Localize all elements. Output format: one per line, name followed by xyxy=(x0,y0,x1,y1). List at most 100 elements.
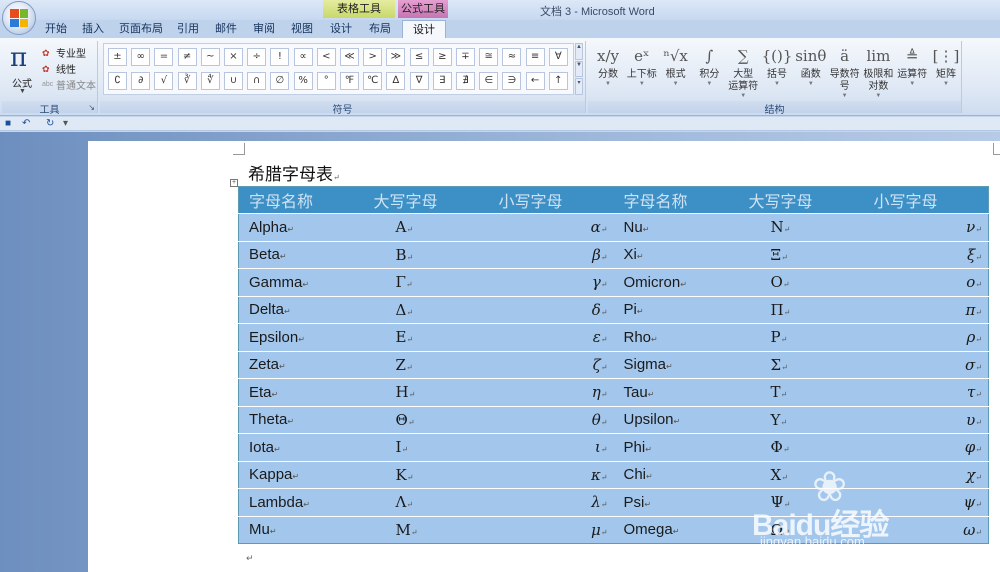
table-header-cell[interactable]: 大写字母 xyxy=(363,186,489,214)
tab-references[interactable]: 引用 xyxy=(170,20,206,38)
symbol-button[interactable]: √ xyxy=(154,72,174,90)
symbol-button[interactable]: ↑ xyxy=(548,72,568,90)
table-header-cell[interactable]: 字母名称 xyxy=(238,186,364,214)
professional-button[interactable]: ✿ 专业型 xyxy=(42,45,86,61)
table-cell[interactable]: Μ↵ xyxy=(363,515,489,544)
table-cell[interactable]: Zeta↵ xyxy=(238,350,364,379)
structure-button[interactable]: sinθ 函数 ▼ xyxy=(793,43,829,101)
table-header-cell[interactable]: 小写字母 xyxy=(863,186,989,214)
symbol-button[interactable]: ≥ xyxy=(432,48,452,66)
table-cell[interactable]: χ↵ xyxy=(863,460,989,489)
table-header-cell[interactable]: 大写字母 xyxy=(738,186,864,214)
table-cell[interactable]: Κ↵ xyxy=(363,460,489,489)
table-cell[interactable]: Τ↵ xyxy=(738,378,864,406)
symbol-button[interactable]: ∀ xyxy=(548,48,568,66)
table-cell[interactable]: ο↵ xyxy=(863,268,989,296)
scroll-down-icon[interactable]: ▼ xyxy=(575,60,583,78)
document-title[interactable]: 希腊字母表↵ xyxy=(248,160,340,185)
table-cell[interactable]: Omega↵ xyxy=(613,515,739,544)
table-cell[interactable]: Π↵ xyxy=(738,295,864,324)
structure-button[interactable]: ä 导数符号 ▼ xyxy=(827,43,863,101)
table-cell[interactable]: ξ↵ xyxy=(863,240,989,269)
table-cell[interactable]: τ↵ xyxy=(863,378,989,406)
tab-table-layout[interactable]: 布局 xyxy=(362,20,398,38)
save-icon[interactable]: ■ xyxy=(5,117,11,131)
table-cell[interactable]: Β↵ xyxy=(363,240,489,269)
symbol-button[interactable]: ∋ xyxy=(502,72,522,90)
symbol-button[interactable]: ! xyxy=(270,48,290,66)
symbol-button[interactable]: ≅ xyxy=(479,48,499,66)
table-cell[interactable]: Mu↵ xyxy=(238,515,364,544)
symbol-button[interactable]: ← xyxy=(525,72,545,90)
structure-button[interactable]: lim 极限和 对数 ▼ xyxy=(860,43,896,101)
table-cell[interactable]: Υ↵ xyxy=(738,405,864,434)
symbol-button[interactable]: ≠ xyxy=(177,48,197,66)
symbol-button[interactable]: % xyxy=(293,72,313,90)
symbol-button[interactable]: ∃ xyxy=(432,72,452,90)
symbol-button[interactable]: ~ xyxy=(200,48,220,66)
table-cell[interactable]: Α↵ xyxy=(363,213,489,241)
table-cell[interactable]: θ↵ xyxy=(488,405,614,434)
symbol-button[interactable]: = xyxy=(154,48,174,66)
table-cell[interactable]: Ζ↵ xyxy=(363,350,489,379)
table-cell[interactable]: Gamma↵ xyxy=(238,268,364,296)
table-cell[interactable]: Rho↵ xyxy=(613,323,739,351)
tab-formula-design[interactable]: 设计 xyxy=(402,20,446,39)
document-page[interactable]: 希腊字母表↵ + 字母名称 大写字母 小写字母 字母名称 大写字母 小写字母 Alpha↵… xyxy=(88,141,1000,572)
linear-button[interactable]: ✿ 线性 xyxy=(42,61,76,77)
symbol-button[interactable]: ≈ xyxy=(502,48,522,66)
table-cell[interactable]: Nu↵ xyxy=(613,213,739,241)
office-button[interactable] xyxy=(2,1,36,35)
table-cell[interactable]: Φ↵ xyxy=(738,433,864,461)
structure-button[interactable]: x/y 分数 ▼ xyxy=(590,43,626,101)
structure-button[interactable]: [⋮] 矩阵 ▼ xyxy=(928,43,964,101)
table-cell[interactable]: ω↵ xyxy=(863,515,989,544)
table-cell[interactable]: Ψ↵ xyxy=(738,488,864,516)
table-cell[interactable]: Epsilon↵ xyxy=(238,323,364,351)
symbol-button[interactable]: ∜ xyxy=(200,72,220,90)
structure-button[interactable]: ∫ 积分 ▼ xyxy=(691,43,727,101)
tab-page-layout[interactable]: 页面布局 xyxy=(114,20,168,38)
table-cell[interactable]: Ι↵ xyxy=(363,433,489,461)
table-cell[interactable]: ψ↵ xyxy=(863,488,989,516)
symbol-button[interactable]: ≪ xyxy=(340,48,359,66)
redo-icon[interactable]: ↻ xyxy=(46,117,54,131)
symbol-button[interactable]: ∛ xyxy=(177,72,197,90)
table-cell[interactable]: Kappa↵ xyxy=(238,460,364,489)
scroll-up-icon[interactable]: ▲ xyxy=(575,43,583,60)
table-cell[interactable]: υ↵ xyxy=(863,405,989,434)
tab-view[interactable]: 视图 xyxy=(284,20,320,38)
undo-icon[interactable]: ↶ xyxy=(22,117,30,131)
symbol-button[interactable]: > xyxy=(363,48,383,66)
table-cell[interactable]: γ↵ xyxy=(488,268,614,296)
table-cell[interactable]: Pi↵ xyxy=(613,295,739,324)
symbol-button[interactable]: ≫ xyxy=(386,48,406,66)
table-header-cell[interactable]: 小写字母 xyxy=(488,186,614,214)
structure-button[interactable]: ∑ 大型 运算符 ▼ xyxy=(725,43,761,101)
tab-mailings[interactable]: 邮件 xyxy=(208,20,244,38)
symbol-button[interactable]: ∅ xyxy=(270,72,290,90)
structure-button[interactable]: {()} 括号 ▼ xyxy=(759,43,795,101)
table-cell[interactable]: Iota↵ xyxy=(238,433,364,461)
symbol-button[interactable]: ≡ xyxy=(525,48,545,66)
table-cell[interactable]: Σ↵ xyxy=(738,350,864,379)
symbol-button[interactable]: ∁ xyxy=(108,72,127,90)
table-cell[interactable]: Γ↵ xyxy=(363,268,489,296)
table-move-handle-icon[interactable]: + xyxy=(230,179,238,187)
symbol-button[interactable]: ∩ xyxy=(247,72,267,90)
table-cell[interactable]: λ↵ xyxy=(488,488,614,516)
table-cell[interactable]: ε↵ xyxy=(488,323,614,351)
symbol-button[interactable]: ℉ xyxy=(340,72,359,90)
table-cell[interactable]: μ↵ xyxy=(488,515,614,544)
symbol-button[interactable]: < xyxy=(316,48,336,66)
tab-insert[interactable]: 插入 xyxy=(76,20,110,38)
symbol-gallery-scroll[interactable]: ▲ ▼ ▾ xyxy=(575,43,583,96)
tab-home[interactable]: 开始 xyxy=(38,20,74,38)
table-cell[interactable]: β↵ xyxy=(488,240,614,269)
symbol-button[interactable]: ∂ xyxy=(131,72,151,90)
symbol-button[interactable]: ∆ xyxy=(386,72,406,90)
table-cell[interactable]: ν↵ xyxy=(863,213,989,241)
symbol-button[interactable]: ± xyxy=(108,48,127,66)
table-cell[interactable]: Eta↵ xyxy=(238,378,364,406)
table-cell[interactable]: α↵ xyxy=(488,213,614,241)
